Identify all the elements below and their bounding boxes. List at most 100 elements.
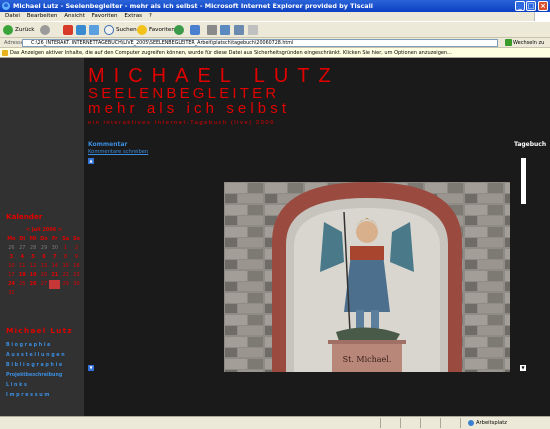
search-button[interactable]: Suchen <box>104 24 137 36</box>
diary-scroll-down-button[interactable]: ▼ <box>520 365 526 371</box>
menu-bearbeiten[interactable]: Bearbeiten <box>27 12 58 21</box>
star-icon <box>137 24 147 35</box>
computer-icon <box>468 419 474 426</box>
calendar-day-link[interactable]: 24 <box>6 280 17 289</box>
address-input[interactable]: C:\26_INTERAKT. INTERNETTAGEBUCH\LIVE_20… <box>22 39 498 47</box>
calendar-day-link[interactable]: 21 <box>49 271 60 280</box>
nav-link-impressum[interactable]: I m p r e s s u m <box>6 393 49 398</box>
calendar-day: 26 <box>8 245 15 251</box>
edit-icon <box>220 24 230 35</box>
calendar-day: 8 <box>64 254 68 260</box>
calendar-grid: Mo Di Mi Do Fr Sa So 26 27 28 29 30 1 2 … <box>6 235 82 298</box>
calendar-title: Kalender <box>6 212 43 221</box>
mail-button[interactable] <box>190 24 202 36</box>
calendar-day-link[interactable]: 19 <box>28 271 39 280</box>
go-button[interactable]: Wechseln zu <box>505 38 544 48</box>
nav-link-bibliographie[interactable]: B i b l i o g r a p h i e <box>6 363 62 368</box>
discuss-button[interactable] <box>234 24 246 36</box>
shield-icon <box>2 50 8 56</box>
calendar-day: 15 <box>62 263 69 269</box>
calendar-day: 22 <box>62 272 69 278</box>
print-button[interactable] <box>207 24 219 36</box>
weekday-label: Fr <box>52 236 58 242</box>
close-button[interactable]: × <box>538 1 548 11</box>
calendar-month-selector[interactable]: < Juli 2006 > <box>6 227 82 233</box>
nav-link-ausstellungen[interactable]: A u s s t e l l u n g e n <box>6 353 65 358</box>
home-button[interactable] <box>89 24 101 36</box>
calendar-day-link[interactable]: 6 <box>39 253 50 262</box>
scroll-down-button[interactable]: ▼ <box>88 365 94 371</box>
calendar-day: 25 <box>19 281 26 287</box>
information-bar[interactable]: Das Anzeigen aktiver Inhalte, die auf de… <box>0 48 550 58</box>
write-comment-link[interactable]: Kommentare schreiben <box>88 149 148 155</box>
calendar-day: 29 <box>62 281 69 287</box>
calendar-day-selected[interactable]: 28 <box>49 280 61 289</box>
photo-caption: St. Michael. <box>343 355 392 364</box>
scroll-up-button[interactable]: ▲ <box>88 158 94 164</box>
menu-help[interactable]: ? <box>149 12 152 21</box>
site-description: ein interaktives Internet-Tagebuch (live… <box>88 120 275 126</box>
calendar-weekday-row: Mo Di Mi Do Fr Sa So <box>6 235 82 244</box>
weekday-label: Di <box>19 236 26 242</box>
comment-heading: Kommentar <box>88 141 128 148</box>
stop-button[interactable] <box>63 24 75 36</box>
calendar-day: 31 <box>8 290 15 296</box>
status-bar: Arbeitsplatz <box>0 416 550 429</box>
back-button[interactable]: Zurück <box>3 24 35 36</box>
browser-window: e Michael Lutz - Seelenbegleiter - mehr … <box>0 0 550 429</box>
status-divider <box>400 418 401 428</box>
calendar-week: 17 18 19 20 21 22 23 <box>6 271 82 280</box>
weekday-label: Mi <box>29 236 37 242</box>
status-divider <box>380 418 381 428</box>
print-icon <box>207 24 217 35</box>
calendar-day: 20 <box>40 272 48 278</box>
site-tagline: mehr als ich selbst <box>88 100 291 117</box>
nav-link-links[interactable]: L i n k s <box>6 383 27 388</box>
messenger-icon <box>248 24 258 35</box>
refresh-icon <box>76 24 86 35</box>
search-icon <box>104 24 114 35</box>
favorites-button[interactable]: Favoriten <box>137 24 175 36</box>
calendar-day: 13 <box>40 263 48 269</box>
calendar-day-link[interactable]: 4 <box>17 253 28 262</box>
menu-favoriten[interactable]: Favoriten <box>92 12 118 21</box>
calendar-day: 14 <box>51 263 58 269</box>
forward-button[interactable] <box>40 24 52 36</box>
messenger-button[interactable] <box>248 24 260 36</box>
discuss-icon <box>234 24 244 35</box>
calendar-day: 9 <box>74 254 79 260</box>
calendar-day-link[interactable]: 7 <box>49 253 60 262</box>
calendar-day-link[interactable]: 3 <box>6 253 17 262</box>
calendar-day-link[interactable]: 26 <box>28 280 39 289</box>
diary-scrollbar[interactable] <box>521 158 526 204</box>
calendar-day: 1 <box>64 245 68 251</box>
calendar-day: 16 <box>73 263 80 269</box>
nav-link-biographie[interactable]: B i o g r a p h i e <box>6 343 50 348</box>
calendar-day: 2 <box>74 245 79 251</box>
toolbar: Zurück Suchen Favoriten <box>0 21 550 38</box>
back-arrow-icon <box>3 24 13 35</box>
calendar-day-link[interactable]: 18 <box>17 271 28 280</box>
nav-heading: Michael Lutz <box>6 326 73 335</box>
diary-heading: Tagebuch <box>514 141 547 148</box>
maximize-button[interactable]: □ <box>526 1 536 11</box>
minimize-button[interactable]: _ <box>515 1 525 11</box>
address-label: Adresse <box>4 40 24 46</box>
menu-datei[interactable]: Datei <box>5 12 20 21</box>
nav-link-projektbeschreibung[interactable]: Projektbeschreibung <box>6 373 62 378</box>
status-divider <box>420 418 421 428</box>
calendar-week: 24 25 26 27 28 29 30 <box>6 280 82 289</box>
menu-ansicht[interactable]: Ansicht <box>64 12 85 21</box>
menu-extras[interactable]: Extras <box>124 12 142 21</box>
calendar-week: 31 <box>6 289 82 298</box>
title-bar: e Michael Lutz - Seelenbegleiter - mehr … <box>0 0 550 12</box>
edit-button[interactable] <box>220 24 232 36</box>
security-zone: Arbeitsplatz <box>468 417 507 429</box>
calendar-day: 27 <box>19 245 26 251</box>
menu-bar: Datei Bearbeiten Ansicht Favoriten Extra… <box>0 12 550 21</box>
refresh-button[interactable] <box>76 24 88 36</box>
calendar-day: 12 <box>29 263 37 269</box>
calendar-day: 30 <box>51 245 58 251</box>
history-button[interactable] <box>174 24 186 36</box>
calendar-day-link[interactable]: 5 <box>28 253 39 262</box>
